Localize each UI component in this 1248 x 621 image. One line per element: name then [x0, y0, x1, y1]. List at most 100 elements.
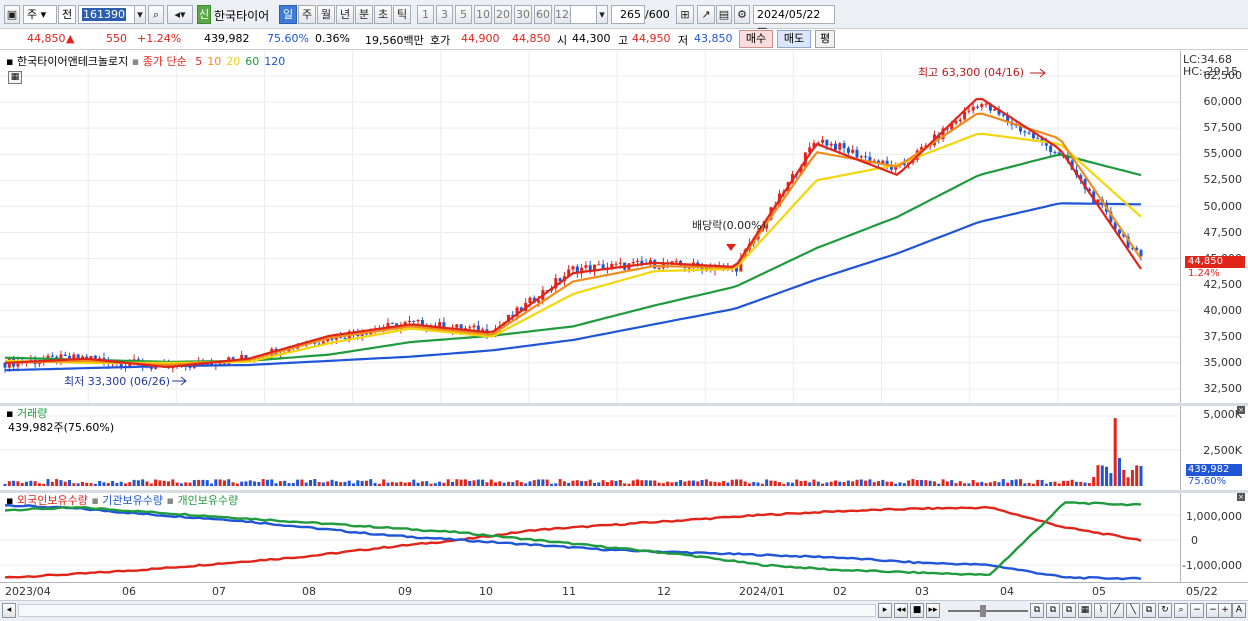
interval-button[interactable]: 10: [474, 5, 492, 24]
font-size-icon[interactable]: A: [1232, 603, 1246, 618]
code-dropdown-icon[interactable]: ▾: [134, 5, 146, 24]
buy-button[interactable]: 매수: [739, 30, 773, 48]
volume-bar: [214, 479, 218, 486]
price-chart[interactable]: 최고 63,300 (04/16) 최저 33,300 (06/26) 배당락(0.…: [0, 51, 1180, 403]
interval-button[interactable]: 3: [436, 5, 453, 24]
candle: [390, 322, 394, 325]
volume-bar: [812, 479, 816, 486]
interval-button[interactable]: 20: [494, 5, 512, 24]
price-axis: LC:34.68 HC:-29.15 62,500 60,000 57,500 55,…: [1180, 51, 1248, 403]
speaker-icon[interactable]: ◂▾: [167, 5, 193, 24]
zoom-slider-handle[interactable]: [980, 605, 986, 617]
volume-bar: [575, 480, 579, 486]
prefix-field[interactable]: 전: [58, 5, 76, 24]
period-tab[interactable]: 틱: [393, 5, 411, 24]
volume-bar: [846, 480, 850, 486]
window-icon[interactable]: ⧉: [1046, 603, 1060, 618]
volume-bar: [894, 483, 898, 486]
volume-bar: [778, 482, 782, 486]
volume-bar: [446, 479, 450, 486]
volume-bar: [1057, 483, 1061, 486]
volume-bar: [218, 479, 222, 486]
period-tab[interactable]: 월: [317, 5, 335, 24]
line-tool-icon-2[interactable]: ╲: [1126, 603, 1140, 618]
close-icon[interactable]: ×: [1237, 406, 1245, 414]
zoom-in-icon[interactable]: +: [1218, 603, 1232, 618]
period-tab[interactable]: 년: [336, 5, 354, 24]
volume-chart[interactable]: [0, 406, 1180, 490]
volume-pane: ▪ 거래량 439,982주(75.60%): [0, 406, 1180, 490]
volume-bar: [735, 479, 739, 486]
volume-bar: [287, 483, 291, 486]
grid-toggle-icon[interactable]: ▦: [8, 71, 22, 84]
volume-bar: [403, 482, 407, 486]
stop-icon[interactable]: ■: [910, 603, 924, 618]
open-price: 44,300: [572, 32, 611, 45]
price-pane: 최고 63,300 (04/16) 최저 33,300 (06/26) 배당락(0.…: [0, 51, 1180, 403]
volume-bar: [825, 482, 829, 486]
scroll-right-icon[interactable]: ▸: [878, 603, 892, 618]
copy-icon[interactable]: ⧉: [1142, 603, 1156, 618]
horizontal-scrollbar[interactable]: [18, 604, 876, 617]
interval-button[interactable]: 5: [455, 5, 472, 24]
x-tick: 05: [1092, 585, 1106, 598]
volume-bar: [1126, 477, 1130, 486]
legend-sep-icon: ▪: [131, 55, 140, 68]
refresh-icon[interactable]: ↻: [1158, 603, 1172, 618]
fast-forward-icon[interactable]: ▸▸: [926, 603, 940, 618]
settings-dot-icon[interactable]: ▪: [6, 494, 13, 507]
interval-button[interactable]: 1: [417, 5, 434, 24]
volume-bar: [502, 482, 506, 486]
average-button[interactable]: 평: [815, 30, 835, 48]
volume-bar: [928, 480, 932, 486]
layout-icon[interactable]: ⧉: [1030, 603, 1044, 618]
chart-menu-icon[interactable]: ▣: [4, 5, 20, 24]
interval-dropdown-icon[interactable]: ▾: [596, 5, 608, 24]
volume-bar: [468, 480, 472, 486]
market-type-select[interactable]: 주 ▾: [23, 5, 57, 24]
volume-bar: [889, 481, 893, 486]
save-icon[interactable]: ▤: [716, 5, 732, 24]
settings-dot-icon[interactable]: ▪: [6, 55, 13, 68]
volume-bar: [63, 481, 67, 486]
volume-bar: [937, 483, 941, 486]
volume-bar: [25, 481, 29, 486]
search-small-icon[interactable]: ⌕: [1174, 603, 1188, 618]
period-tab[interactable]: 초: [374, 5, 392, 24]
volume-bar: [438, 481, 442, 486]
sell-button[interactable]: 매도: [777, 30, 811, 48]
chart-icon[interactable]: ⌇: [1094, 603, 1108, 618]
x-tick: 12: [657, 585, 671, 598]
scroll-left-icon[interactable]: ◂: [2, 603, 16, 618]
ma-period-60: 60: [245, 55, 260, 68]
volume-bar: [648, 480, 652, 486]
grid-icon[interactable]: ▦: [1078, 603, 1092, 618]
candle-type-icon[interactable]: ⊞: [676, 5, 694, 24]
zoom-out-icon[interactable]: −: [1190, 603, 1204, 618]
period-tab[interactable]: 분: [355, 5, 373, 24]
period-tab[interactable]: 주: [298, 5, 316, 24]
individual-holdings-label: 개인보유수량: [177, 494, 239, 507]
close-icon[interactable]: ×: [1237, 493, 1245, 501]
interval-button[interactable]: 60: [534, 5, 552, 24]
volume-bar: [1066, 480, 1070, 486]
volume-bar: [141, 479, 145, 486]
x-tick: 09: [398, 585, 412, 598]
interval-button[interactable]: 30: [514, 5, 532, 24]
volume-bar: [399, 481, 403, 486]
volume-bar: [257, 481, 261, 486]
gear-icon[interactable]: ⚙: [734, 5, 750, 24]
draw-tool-icon[interactable]: ↗: [697, 5, 715, 24]
bar-count-input[interactable]: 265: [611, 5, 645, 24]
rewind-icon[interactable]: ◂◂: [894, 603, 908, 618]
line-tool-icon[interactable]: ╱: [1110, 603, 1124, 618]
period-tab[interactable]: 일: [279, 5, 297, 24]
volume-bar: [227, 479, 231, 486]
zoom-slider[interactable]: [948, 610, 1028, 612]
window-icon-2[interactable]: ⧉: [1062, 603, 1076, 618]
high-label: 고: [618, 34, 629, 47]
search-icon[interactable]: ⌕: [148, 5, 164, 24]
date-input[interactable]: 2024/05/22 ▦: [753, 5, 835, 38]
holdings-tick-zero: 0: [1191, 534, 1198, 547]
x-axis: 2023/04 06 07 08 09 10 11 12 2024/01 02 03 04 05 05/2…: [0, 582, 1248, 599]
